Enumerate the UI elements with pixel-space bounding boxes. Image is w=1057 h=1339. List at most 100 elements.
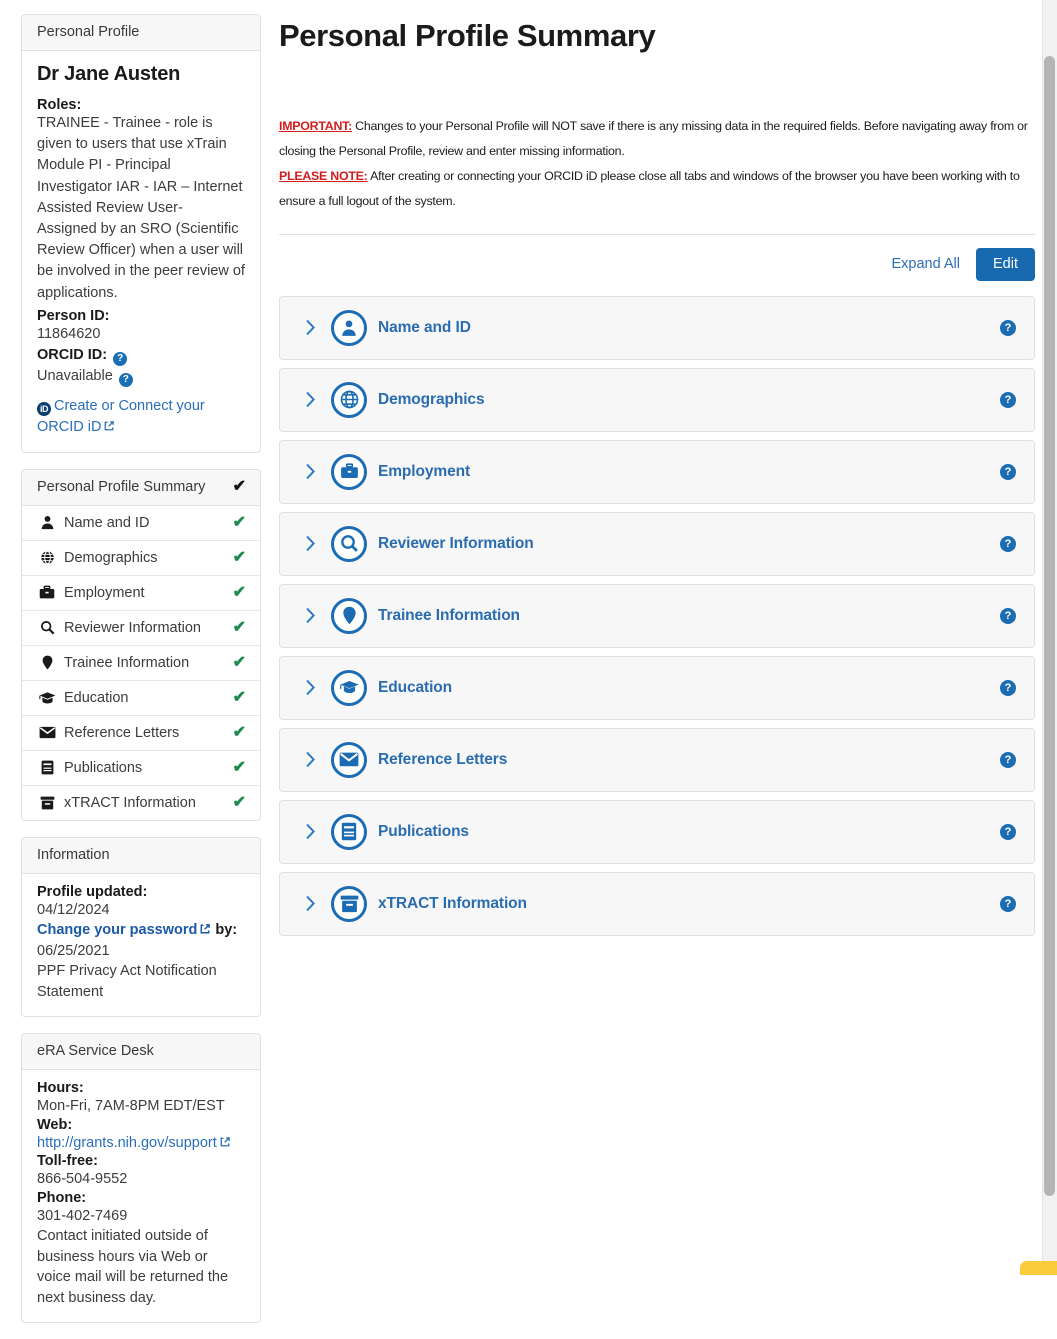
archive-box-circle-icon bbox=[331, 886, 367, 922]
accordion-label: Name and ID bbox=[378, 319, 1000, 337]
profile-section-nav: Personal Profile Summary ✔ Name and ID ✔… bbox=[21, 469, 261, 821]
create-connect-orcid-link[interactable]: iDCreate or Connect your ORCID iD bbox=[37, 396, 245, 438]
help-icon[interactable]: ? bbox=[1000, 824, 1016, 840]
accordion-row-demographics[interactable]: Demographics ? bbox=[279, 368, 1035, 432]
hours-value: Mon-Fri, 7AM-8PM EDT/EST bbox=[37, 1096, 245, 1117]
sidebar-item-demographics[interactable]: Demographics ✔ bbox=[22, 541, 260, 576]
external-link-icon bbox=[219, 1134, 231, 1146]
accordion-row-xtract-information[interactable]: xTRACT Information ? bbox=[279, 872, 1035, 936]
accordion-label: Employment bbox=[378, 463, 1000, 481]
chevron-right-icon[interactable] bbox=[302, 463, 318, 480]
check-icon: ✔ bbox=[233, 690, 246, 706]
notice-important: IMPORTANT: Changes to your Personal Prof… bbox=[279, 114, 1035, 164]
personal-profile-card-header: Personal Profile bbox=[22, 15, 260, 51]
globe-icon bbox=[37, 550, 57, 565]
notices: IMPORTANT: Changes to your Personal Prof… bbox=[279, 114, 1035, 214]
chevron-right-icon[interactable] bbox=[302, 895, 318, 912]
graduation-cap-icon bbox=[37, 691, 57, 705]
sidebar-item-label: Reference Letters bbox=[64, 725, 233, 741]
help-icon[interactable]: ? bbox=[1000, 464, 1016, 480]
sidebar-item-label: Demographics bbox=[64, 550, 233, 566]
accordion-row-publications[interactable]: Publications ? bbox=[279, 800, 1035, 864]
change-password-link[interactable]: Change your password bbox=[37, 922, 197, 938]
chevron-right-icon[interactable] bbox=[302, 679, 318, 696]
person-name: Dr Jane Austen bbox=[37, 63, 245, 86]
profile-updated-label: Profile updated: bbox=[37, 884, 245, 900]
sidebar-nav-header-label: Personal Profile Summary bbox=[37, 479, 205, 495]
chevron-right-icon[interactable] bbox=[302, 535, 318, 552]
main-content: Personal Profile Summary IMPORTANT: Chan… bbox=[261, 8, 1057, 944]
magnifier-icon bbox=[37, 620, 57, 635]
floating-action-pill[interactable] bbox=[1020, 1261, 1057, 1275]
sidebar-item-reviewer-information[interactable]: Reviewer Information ✔ bbox=[22, 611, 260, 646]
help-icon[interactable]: ? bbox=[1000, 680, 1016, 696]
support-web-link[interactable]: http://grants.nih.gov/support bbox=[37, 1135, 217, 1151]
accordion-row-trainee-information[interactable]: Trainee Information ? bbox=[279, 584, 1035, 648]
help-icon[interactable]: ? bbox=[1000, 536, 1016, 552]
magnifier-circle-icon bbox=[331, 526, 367, 562]
sidebar-item-trainee-information[interactable]: Trainee Information ✔ bbox=[22, 646, 260, 681]
help-icon[interactable]: ? bbox=[1000, 752, 1016, 768]
notice-text: After creating or connecting your ORCID … bbox=[279, 169, 1020, 208]
book-icon bbox=[37, 760, 57, 775]
check-icon: ✔ bbox=[233, 795, 246, 811]
book-circle-icon bbox=[331, 814, 367, 850]
map-pin-icon bbox=[37, 655, 57, 670]
chevron-right-icon[interactable] bbox=[302, 751, 318, 768]
check-icon: ✔ bbox=[233, 585, 246, 601]
era-service-desk-card: eRA Service Desk Hours: Mon-Fri, 7AM-8PM… bbox=[21, 1033, 261, 1323]
information-card: Information Profile updated: 04/12/2024 … bbox=[21, 837, 261, 1018]
check-icon: ✔ bbox=[233, 620, 246, 636]
chevron-right-icon[interactable] bbox=[302, 391, 318, 408]
orcid-id-label-row: ORCID ID: ? bbox=[37, 347, 245, 366]
chevron-right-icon[interactable] bbox=[302, 607, 318, 624]
orcid-id-label: ORCID ID: bbox=[37, 347, 107, 363]
accordion-label: Reference Letters bbox=[378, 751, 1000, 769]
accordion-label: xTRACT Information bbox=[378, 895, 1000, 913]
help-icon[interactable]: ? bbox=[1000, 896, 1016, 912]
help-icon[interactable]: ? bbox=[1000, 608, 1016, 624]
tollfree-label: Toll-free: bbox=[37, 1153, 245, 1169]
orcid-id-value-row: Unavailable ? bbox=[37, 366, 245, 387]
sidebar-item-employment[interactable]: Employment ✔ bbox=[22, 576, 260, 611]
help-icon[interactable]: ? bbox=[113, 352, 127, 366]
create-connect-orcid-link-text[interactable]: Create or Connect your ORCID iD bbox=[37, 398, 205, 435]
sidebar-item-xtract-information[interactable]: xTRACT Information ✔ bbox=[22, 786, 260, 820]
expand-all-button[interactable]: Expand All bbox=[889, 252, 962, 276]
external-link-icon bbox=[199, 921, 211, 933]
help-icon[interactable]: ? bbox=[1000, 320, 1016, 336]
sidebar-item-label: Education bbox=[64, 690, 233, 706]
sidebar-item-education[interactable]: Education ✔ bbox=[22, 681, 260, 716]
sidebar-item-publications[interactable]: Publications ✔ bbox=[22, 751, 260, 786]
accordion-row-name-and-id[interactable]: Name and ID ? bbox=[279, 296, 1035, 360]
check-icon: ✔ bbox=[233, 479, 246, 495]
accordion-row-education[interactable]: Education ? bbox=[279, 656, 1035, 720]
sidebar-item-reference-letters[interactable]: Reference Letters ✔ bbox=[22, 716, 260, 751]
chevron-right-icon[interactable] bbox=[302, 823, 318, 840]
ppf-privacy-act-link[interactable]: PPF Privacy Act Notification Statement bbox=[37, 961, 245, 1002]
hours-label: Hours: bbox=[37, 1080, 245, 1096]
graduation-cap-circle-icon bbox=[331, 670, 367, 706]
profile-accordion: Name and ID ? Demographics ? bbox=[279, 296, 1035, 936]
help-icon[interactable]: ? bbox=[1000, 392, 1016, 408]
accordion-row-employment[interactable]: Employment ? bbox=[279, 440, 1035, 504]
check-icon: ✔ bbox=[233, 515, 246, 531]
change-password-by-label: by: bbox=[215, 922, 237, 938]
change-password-by-value: 06/25/2021 bbox=[37, 941, 245, 962]
accordion-row-reviewer-information[interactable]: Reviewer Information ? bbox=[279, 512, 1035, 576]
sidebar-item-personal-profile-summary[interactable]: Personal Profile Summary ✔ bbox=[22, 470, 260, 506]
person-icon bbox=[37, 515, 57, 530]
accordion-row-reference-letters[interactable]: Reference Letters ? bbox=[279, 728, 1035, 792]
chevron-right-icon[interactable] bbox=[302, 319, 318, 336]
phone-value: 301-402-7469 bbox=[37, 1206, 245, 1227]
sidebar-item-name-and-id[interactable]: Name and ID ✔ bbox=[22, 506, 260, 541]
edit-button[interactable]: Edit bbox=[976, 248, 1035, 281]
help-icon[interactable]: ? bbox=[119, 373, 133, 387]
change-password-row: Change your password by: bbox=[37, 920, 245, 941]
orcid-logo-icon: iD bbox=[37, 402, 51, 416]
service-desk-note: Contact initiated outside of business ho… bbox=[37, 1226, 245, 1308]
page-scrollbar[interactable] bbox=[1042, 0, 1057, 1275]
check-icon: ✔ bbox=[233, 725, 246, 741]
scrollbar-thumb[interactable] bbox=[1044, 56, 1055, 1196]
accordion-label: Demographics bbox=[378, 391, 1000, 409]
